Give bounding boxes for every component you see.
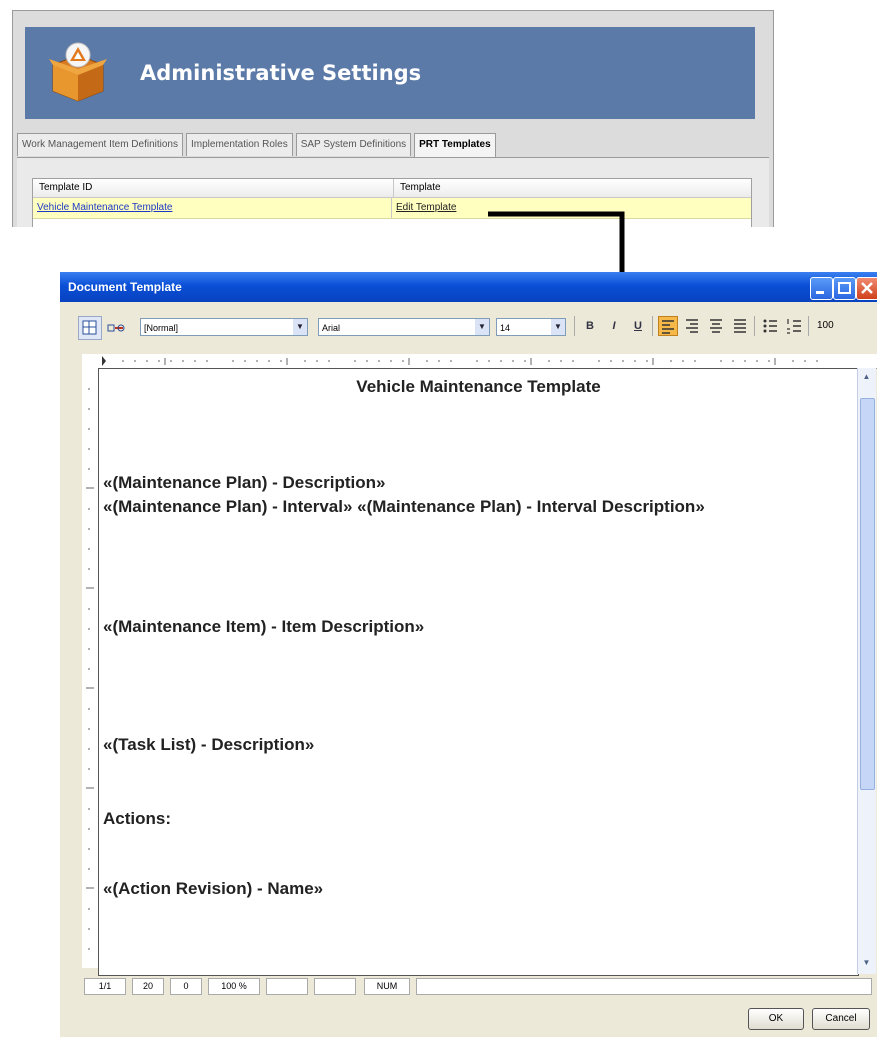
- style-select-value: [Normal]: [144, 323, 179, 333]
- close-button[interactable]: [856, 277, 877, 300]
- minimize-icon: [816, 291, 824, 294]
- table-tool-button[interactable]: [78, 316, 102, 340]
- tab-work-management-item-definitions[interactable]: Work Management Item Definitions: [17, 133, 183, 156]
- titlebar[interactable]: Document Template: [60, 272, 877, 302]
- bold-button[interactable]: B: [580, 316, 600, 336]
- align-right-button[interactable]: [682, 316, 702, 336]
- chevron-down-icon[interactable]: ▼: [293, 319, 307, 335]
- scroll-down-icon[interactable]: ▼: [860, 956, 873, 970]
- tab-implementation-roles[interactable]: Implementation Roles: [186, 133, 293, 156]
- merge-field-line: «(Maintenance Plan) - Interval» «(Mainte…: [103, 497, 705, 516]
- italic-button[interactable]: I: [604, 316, 624, 336]
- numbered-list-button[interactable]: [784, 316, 804, 336]
- zoom-select[interactable]: 100: [814, 316, 877, 336]
- minimize-button[interactable]: [810, 277, 833, 300]
- horizontal-ruler[interactable]: [82, 354, 877, 369]
- align-right-icon: [686, 319, 698, 333]
- ok-button[interactable]: OK: [748, 1008, 804, 1030]
- toolbar-separator: [652, 316, 653, 336]
- style-select[interactable]: [Normal] ▼: [140, 318, 308, 336]
- justify-icon: [734, 319, 746, 333]
- align-left-button[interactable]: [658, 316, 678, 336]
- table-icon: [82, 320, 97, 335]
- merge-field-button[interactable]: [104, 316, 128, 340]
- scrollbar-thumb[interactable]: [860, 398, 875, 790]
- align-left-icon: [662, 320, 674, 334]
- status-message-area: [416, 978, 872, 995]
- status-column: 0: [170, 978, 202, 995]
- status-zoom: 100 %: [208, 978, 260, 995]
- maximize-button[interactable]: [833, 277, 856, 300]
- font-size-value: 14: [500, 323, 511, 333]
- chevron-down-icon[interactable]: ▼: [551, 319, 565, 335]
- header-template[interactable]: Template: [394, 179, 751, 197]
- status-bar: 1/1 20 0 100 % NUM: [60, 976, 877, 996]
- administrative-settings-panel: Administrative Settings Work Management …: [12, 10, 774, 227]
- bullet-list-button[interactable]: [760, 316, 780, 336]
- document-template-window: Document Template [Normal] ▼ Arial ▼ 14 …: [60, 272, 877, 1037]
- admin-box-logo-icon: [49, 42, 107, 102]
- maximize-icon: [838, 282, 851, 294]
- underline-button[interactable]: U: [628, 316, 648, 336]
- merge-field-icon: [107, 324, 125, 332]
- merge-field-line: «(Task List) - Description»: [103, 735, 315, 754]
- toolbar-separator: [808, 316, 809, 336]
- tab-sap-system-definitions[interactable]: SAP System Definitions: [295, 133, 412, 156]
- align-center-icon: [710, 319, 722, 333]
- status-page: 1/1: [84, 978, 126, 995]
- font-select[interactable]: Arial ▼: [318, 318, 490, 336]
- merge-field-line: «(Maintenance Plan) - Description»: [103, 473, 386, 492]
- table-row[interactable]: Vehicle Maintenance Template Edit Templa…: [33, 198, 751, 219]
- justify-button[interactable]: [730, 316, 750, 336]
- window-title: Document Template: [68, 280, 182, 294]
- bullet-list-icon: [763, 319, 777, 333]
- vertical-scrollbar[interactable]: ▲ ▼: [857, 368, 876, 974]
- toolbar-separator: [754, 316, 755, 336]
- status-num-lock: NUM: [364, 978, 410, 995]
- status-empty-cell: [266, 978, 308, 995]
- template-id-link[interactable]: Vehicle Maintenance Template: [37, 202, 172, 213]
- zoom-select-value: 100: [817, 320, 834, 331]
- font-size-select[interactable]: 14 ▼: [496, 318, 566, 336]
- scroll-up-icon[interactable]: ▲: [860, 370, 873, 384]
- status-empty-cell: [314, 978, 356, 995]
- admin-tab-strip: Work Management Item Definitions Impleme…: [17, 133, 499, 159]
- tab-prt-templates[interactable]: PRT Templates: [414, 133, 496, 159]
- document-title: Vehicle Maintenance Template: [356, 377, 601, 396]
- chevron-down-icon[interactable]: ▼: [475, 319, 489, 335]
- admin-tab-content: Template ID Template Vehicle Maintenance…: [17, 157, 769, 227]
- status-line: 20: [132, 978, 164, 995]
- numbered-list-icon: [787, 319, 801, 334]
- merge-field-line: «(Maintenance Item) - Item Description»: [103, 617, 425, 636]
- document-editor[interactable]: Vehicle Maintenance Template «(Maintenan…: [98, 368, 859, 976]
- cancel-button[interactable]: Cancel: [812, 1008, 870, 1030]
- edit-template-link[interactable]: Edit Template: [396, 202, 456, 213]
- actions-label: Actions:: [103, 809, 171, 828]
- align-center-button[interactable]: [706, 316, 726, 336]
- vertical-ruler[interactable]: [82, 368, 99, 968]
- close-icon: [861, 282, 873, 294]
- merge-field-line: «(Action Revision) - Name»: [103, 879, 324, 898]
- admin-banner: Administrative Settings: [25, 27, 755, 119]
- toolbar-separator: [574, 316, 575, 336]
- formatting-toolbar: [Normal] ▼ Arial ▼ 14 ▼ B I U 100: [60, 302, 877, 354]
- admin-title: Administrative Settings: [140, 61, 422, 85]
- templates-grid: Template ID Template Vehicle Maintenance…: [32, 178, 752, 227]
- header-template-id[interactable]: Template ID: [33, 179, 394, 197]
- font-select-value: Arial: [322, 323, 341, 333]
- grid-header-row: Template ID Template: [33, 179, 751, 198]
